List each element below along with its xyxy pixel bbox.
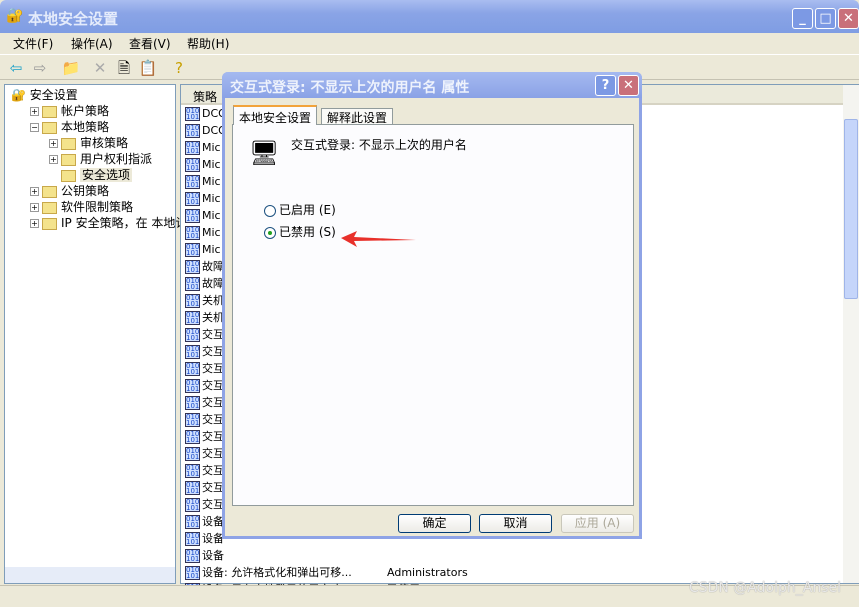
- close-button[interactable]: ✕: [838, 8, 859, 29]
- policy-icon: 010101: [185, 498, 200, 512]
- security-settings-icon: 🔐: [11, 88, 30, 102]
- folder-icon: [42, 201, 57, 214]
- expand-toggle[interactable]: +: [30, 219, 39, 228]
- policy-icon: 010101: [185, 362, 200, 376]
- watermark: CSDN @Adolph_Ansel: [688, 580, 841, 596]
- policy-icon: 010101: [185, 141, 200, 155]
- tab-explain[interactable]: 解释此设置: [321, 108, 394, 125]
- radio-disabled[interactable]: [264, 226, 276, 239]
- security-settings-icon: 🔐: [6, 8, 24, 24]
- folder-icon: [42, 185, 57, 198]
- title-bar: 🔐 本地安全设置 _ □ ✕: [0, 0, 859, 33]
- menu-help[interactable]: 帮助(H): [187, 35, 229, 52]
- menu-view[interactable]: 查看(V): [129, 35, 171, 52]
- tab-panel: 🖥 交互式登录: 不显示上次的用户名 已启用 (E) 已禁用 (S): [232, 124, 634, 506]
- menu-bar: 文件(F) 操作(A) 查看(V) 帮助(H): [0, 33, 859, 53]
- expand-toggle[interactable]: −: [30, 123, 39, 132]
- policy-icon: 010101: [185, 464, 200, 478]
- ok-button[interactable]: 确定: [398, 514, 471, 533]
- folder-icon: [61, 169, 76, 182]
- policy-icon: 010101: [185, 209, 200, 223]
- tree-item[interactable]: + 帐户策略: [30, 103, 109, 119]
- policy-icon: 010101: [185, 396, 200, 410]
- red-arrow-annotation: [341, 231, 416, 247]
- tree-item[interactable]: + 公钥策略: [30, 183, 109, 199]
- option-enabled[interactable]: 已启用 (E): [264, 201, 336, 218]
- policy-icon: 010101: [185, 481, 200, 495]
- expand-toggle[interactable]: +: [49, 155, 58, 164]
- policy-icon: 010101: [185, 328, 200, 342]
- policy-icon: 010101: [185, 175, 200, 189]
- cancel-button[interactable]: 取消: [479, 514, 552, 533]
- dialog-close-button[interactable]: ✕: [618, 75, 639, 96]
- properties-icon[interactable]: 🗎: [114, 58, 134, 78]
- policy-icon: 010101: [185, 192, 200, 206]
- policy-icon: 010101: [185, 124, 200, 138]
- tree-item[interactable]: 安全选项: [49, 167, 133, 183]
- policy-icon: 010101: [185, 226, 200, 240]
- forward-icon[interactable]: ⇨: [30, 58, 50, 78]
- policy-icon: 010101: [185, 379, 200, 393]
- delete-icon[interactable]: ✕: [90, 58, 110, 78]
- tree-item[interactable]: 🔐 安全设置: [11, 87, 78, 103]
- tab-local-security-setting[interactable]: 本地安全设置: [233, 105, 318, 125]
- apply-button[interactable]: 应用 (A): [561, 514, 634, 533]
- tree-item[interactable]: − 本地策略: [30, 119, 109, 135]
- policy-icon: 010101: [185, 158, 200, 172]
- tree-item[interactable]: + 用户权利指派: [49, 151, 152, 167]
- tree-item[interactable]: + 软件限制策略: [30, 199, 133, 215]
- help-icon[interactable]: ?: [169, 58, 189, 78]
- policy-icon: 010101: [185, 311, 200, 325]
- policy-icon: 010101: [185, 345, 200, 359]
- horizontal-scrollbar[interactable]: [5, 567, 175, 583]
- policy-icon: 010101: [185, 294, 200, 308]
- back-icon[interactable]: ⇦: [6, 58, 26, 78]
- menu-file[interactable]: 文件(F): [13, 35, 53, 52]
- policy-name: 交互式登录: 不显示上次的用户名: [291, 138, 467, 152]
- dialog-title: 交互式登录: 不显示上次的用户名 属性: [230, 80, 470, 96]
- folder-icon: [61, 153, 76, 166]
- expand-toggle[interactable]: +: [30, 107, 39, 116]
- folder-icon: [42, 105, 57, 118]
- policy-icon: 010101: [185, 260, 200, 274]
- policy-icon: 010101: [185, 549, 200, 563]
- minimize-button[interactable]: _: [792, 8, 813, 29]
- window-title: 本地安全设置: [28, 10, 119, 28]
- expand-toggle[interactable]: +: [30, 203, 39, 212]
- radio-enabled[interactable]: [264, 204, 276, 217]
- scrollbar-thumb[interactable]: [844, 119, 858, 299]
- policy-icon: 010101: [185, 243, 200, 257]
- policy-icon: 010101: [185, 107, 200, 121]
- menu-action[interactable]: 操作(A): [71, 35, 113, 52]
- folder-icon: [42, 217, 57, 230]
- tree-pane: 🔐 安全设置 + 帐户策略 − 本地策略 + 审核策略 + 用户权利指派 安全选项 + 公钥策略 + 软件…: [4, 84, 187, 584]
- policy-icon: 010101: [185, 515, 200, 529]
- up-folder-icon[interactable]: 📁: [61, 58, 81, 78]
- table-row[interactable]: 010 101 设备: [185, 547, 825, 564]
- tree-item[interactable]: + IP 安全策略，在 本地计: [30, 215, 187, 231]
- policy-icon: 010101: [185, 566, 200, 580]
- policy-icon: 010101: [185, 277, 200, 291]
- maximize-button[interactable]: □: [815, 8, 836, 29]
- policy-server-icon: 🖥: [249, 139, 280, 167]
- policy-icon: 010101: [185, 430, 200, 444]
- export-icon[interactable]: 📋: [138, 58, 158, 78]
- folder-icon: [42, 121, 57, 134]
- table-row[interactable]: 010 101 设备: 允许格式化和弹出可移... Administrators: [185, 564, 825, 581]
- folder-icon: [61, 137, 76, 150]
- expand-toggle[interactable]: +: [49, 139, 58, 148]
- policy-icon: 010101: [185, 413, 200, 427]
- expand-toggle[interactable]: +: [30, 187, 39, 196]
- dialog-help-button[interactable]: ?: [595, 75, 616, 96]
- properties-dialog: 交互式登录: 不显示上次的用户名 属性 ? ✕ 本地安全设置 解释此设置 🖥 交…: [222, 72, 642, 539]
- policy-icon: 010101: [185, 447, 200, 461]
- option-disabled[interactable]: 已禁用 (S): [264, 223, 336, 240]
- dialog-title-bar: 交互式登录: 不显示上次的用户名 属性 ? ✕: [222, 72, 642, 98]
- tree-item[interactable]: + 审核策略: [49, 135, 128, 151]
- policy-icon: 010101: [185, 532, 200, 546]
